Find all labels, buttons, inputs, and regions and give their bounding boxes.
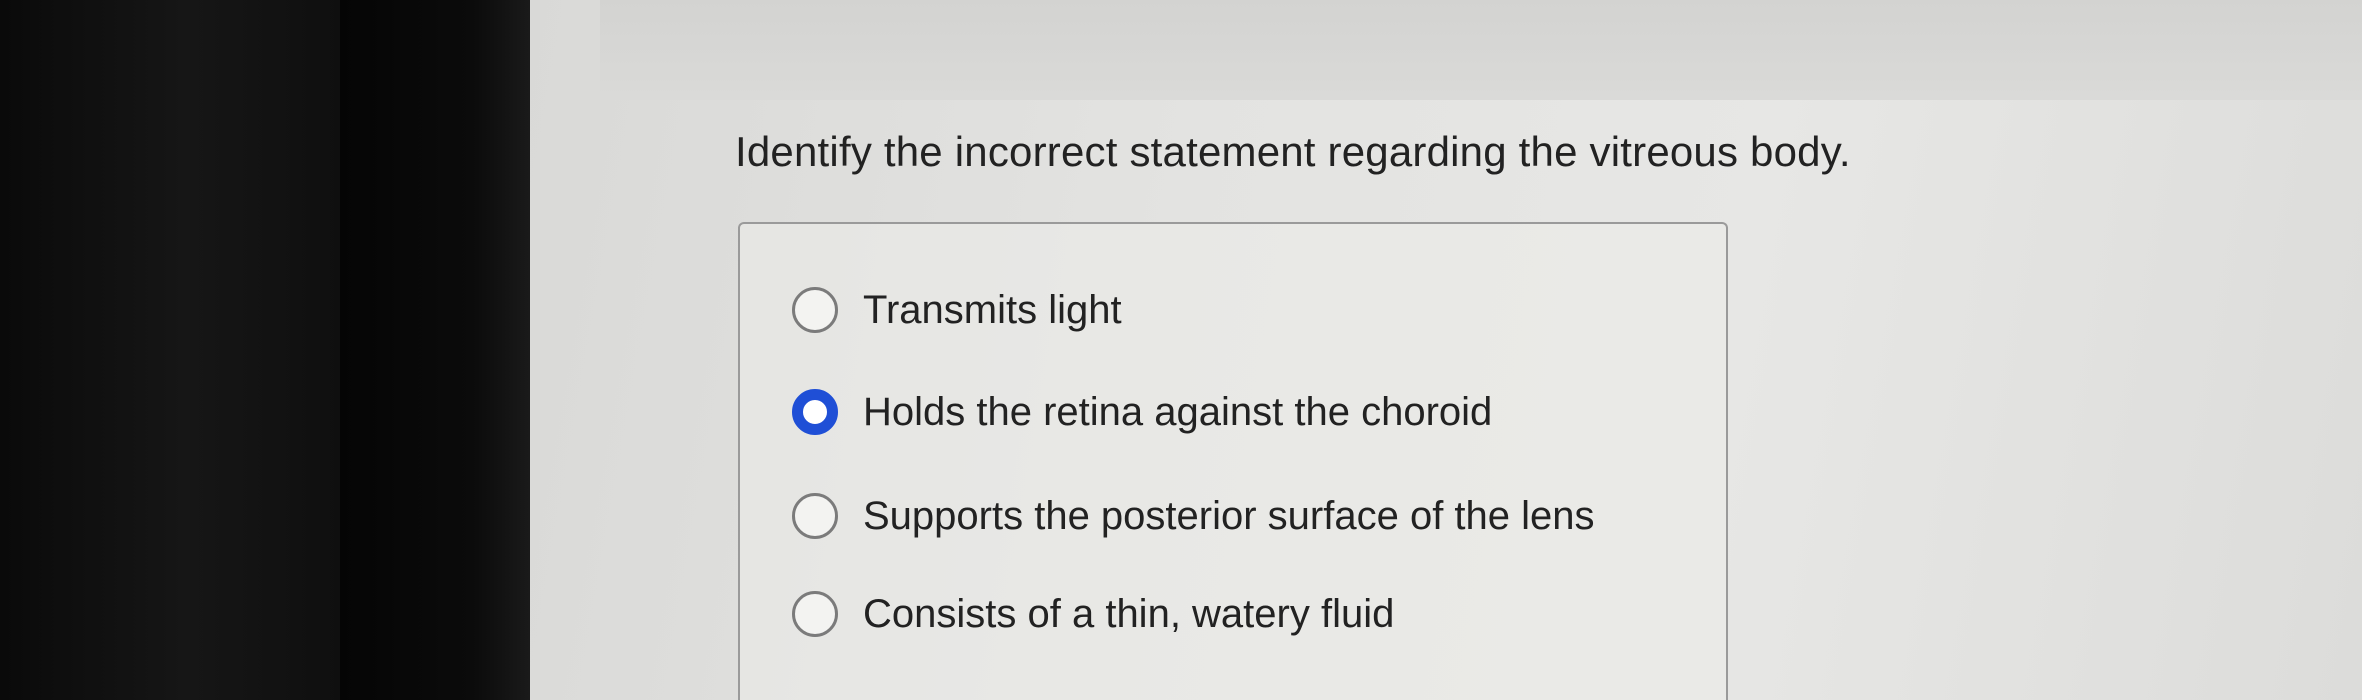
option-label: Supports the posterior surface of the le…: [863, 493, 1595, 538]
option-label: Transmits light: [863, 287, 1122, 332]
monitor-bezel-left: [0, 0, 340, 700]
option-label: Holds the retina against the choroid: [863, 389, 1493, 434]
option-holds-retina[interactable]: Holds the retina against the choroid: [792, 382, 1492, 442]
radio-button[interactable]: [792, 591, 838, 637]
option-transmits-light[interactable]: Transmits light: [792, 280, 1122, 340]
screen-top-band: [600, 0, 2362, 100]
radio-button-selected[interactable]: [792, 389, 838, 435]
option-supports-lens[interactable]: Supports the posterior surface of the le…: [792, 486, 1595, 546]
radio-button[interactable]: [792, 493, 838, 539]
option-label: Consists of a thin, watery fluid: [863, 591, 1395, 636]
radio-button[interactable]: [792, 287, 838, 333]
question-title: Identify the incorrect statement regardi…: [735, 128, 1851, 175]
option-thin-watery-fluid[interactable]: Consists of a thin, watery fluid: [792, 584, 1394, 644]
monitor-bezel-edge: [340, 0, 530, 700]
answer-options-box: Transmits light Holds the retina against…: [738, 222, 1728, 700]
